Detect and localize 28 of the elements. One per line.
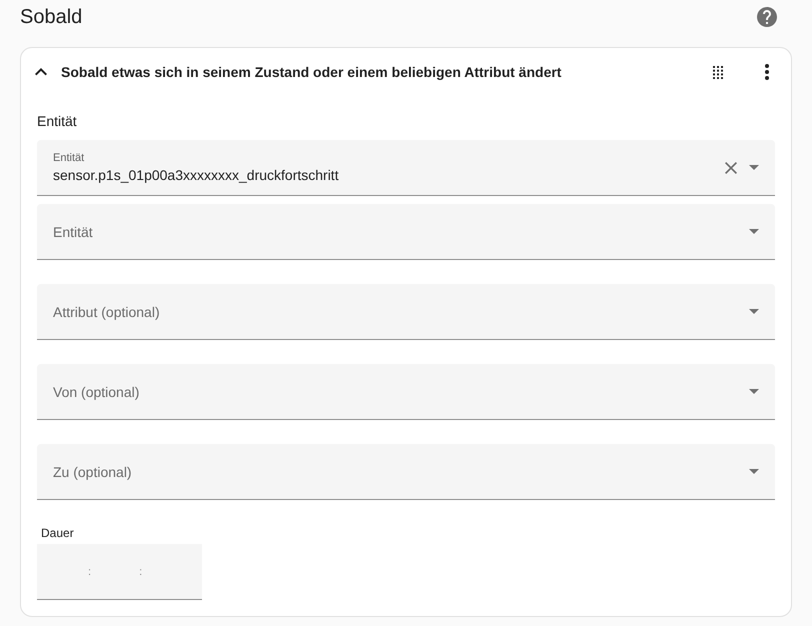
clear-icon[interactable] (725, 162, 737, 174)
duration-label: Dauer (41, 525, 74, 541)
time-separator: : (139, 564, 142, 578)
duration-field[interactable]: : : (37, 544, 202, 600)
dropdown-caret-icon[interactable] (749, 229, 759, 234)
select-field[interactable]: Zu (optional) (37, 444, 775, 500)
selected-value: sensor.p1s_01p00a3xxxxxxxx_druckfortschritt (53, 166, 339, 185)
page-title: Sobald (20, 5, 82, 30)
dropdown-caret-icon[interactable] (749, 469, 759, 474)
more-options-icon[interactable] (765, 64, 769, 80)
entity-select[interactable]: Entität (37, 204, 775, 260)
time-separator: : (88, 564, 92, 578)
placeholder-text: Zu (optional) (53, 462, 132, 482)
drag-handle-icon[interactable] (713, 66, 723, 78)
placeholder-text: Entität (53, 222, 93, 242)
field-label: Entität (53, 152, 84, 165)
dropdown-caret-icon[interactable] (749, 389, 759, 394)
trigger-title[interactable]: Sobald etwas sich in seinem Zustand oder einem beliebigen Attribut ändert (61, 62, 562, 82)
chevron-up-icon[interactable] (35, 68, 47, 76)
dropdown-caret-icon[interactable] (749, 165, 759, 170)
help-icon[interactable] (757, 7, 777, 27)
placeholder-text: Von (optional) (53, 382, 140, 402)
section-label: Entität (37, 112, 77, 131)
select-field[interactable]: Von (optional) (37, 364, 775, 420)
entity-select[interactable]: Entität sensor.p1s_01p00a3xxxxxxxx_druckfortschritt (37, 140, 775, 196)
dropdown-caret-icon[interactable] (749, 309, 759, 314)
placeholder-text: Attribut (optional) (53, 302, 160, 322)
select-field[interactable]: Attribut (optional) (37, 284, 775, 340)
